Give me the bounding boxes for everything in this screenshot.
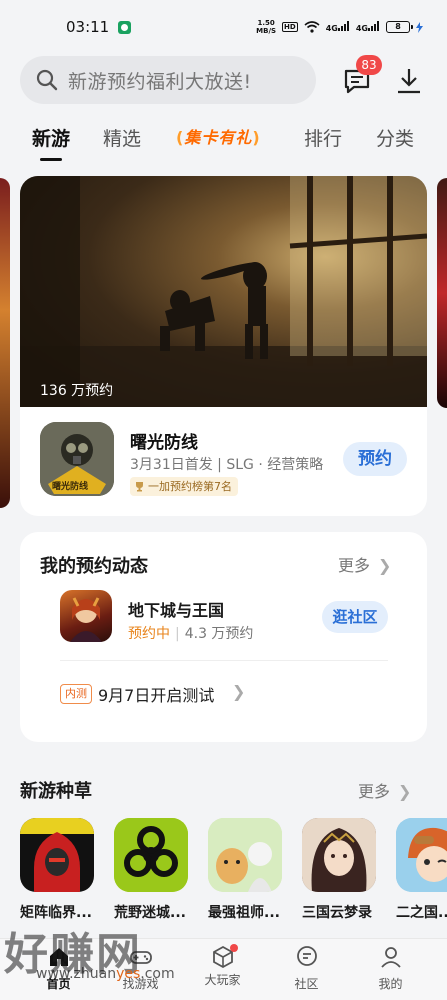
new-games-row: 矩阵临界... 荒野迷城... 最强祖师... 三国云梦录 二之国... [20,818,447,928]
tab-categories[interactable]: 分类 [376,124,414,151]
list-item[interactable]: 二之国... [396,818,447,922]
home-icon [49,948,68,966]
trophy-icon [136,482,143,492]
network-speed: 1.50 MB/S [256,19,277,35]
carousel-prev-card[interactable] [0,178,10,508]
chevron-right-icon: ❯ [378,556,392,575]
divider [60,660,388,661]
nav-big-player[interactable]: 大玩家 [178,939,267,1000]
chevron-right-icon[interactable]: ❯ [232,682,245,701]
biohazard-icon [114,818,188,892]
download-icon[interactable] [394,66,424,96]
community-icon [296,946,317,966]
tab-card-collect-promo[interactable]: (集卡有礼) [176,124,261,148]
game-name: 三国云梦录 [302,905,372,921]
game-name: 二之国... [396,905,447,921]
tab-active-indicator [40,158,62,161]
nav-profile[interactable]: 我的 [346,939,435,1000]
game-meta: 3月31日首发 | SLG · 经营策略 [130,457,324,473]
notification-app-icon [118,21,131,34]
reservation-status: 预约中 | 4.3 万预约 [128,626,254,642]
cartoon-cat-icon [208,818,282,892]
more-new-games-link[interactable]: 更多 ❯ [358,778,411,802]
reserved-game-title[interactable]: 地下城与王国 [128,597,224,621]
top-tabs: 新游 精选 (集卡有礼) 排行 分类 [0,118,447,162]
reserve-button[interactable]: 预约 [343,442,407,476]
game-name: 矩阵临界... [20,905,92,921]
charging-icon [416,21,423,33]
list-item[interactable]: 最强祖师... [208,818,284,922]
nav-community[interactable]: 社区 [262,939,351,1000]
cube-icon [211,944,238,969]
list-item[interactable]: 荒野迷城... [114,818,190,922]
status-time: 03:11 [66,18,110,36]
reservation-count: 136 万预约 [40,383,114,399]
anime-girl-icon [302,818,376,892]
featured-game-card[interactable]: 136 万预约 曙光防线 曙光防线 3月31日首发 | SLG · 经营策略 一… [20,176,427,516]
chevron-right-icon: ❯ [398,782,412,801]
gamepad-icon [129,951,152,964]
game-icon-label: 曙光防线 [52,482,89,492]
notification-dot [229,944,238,952]
bottom-nav: 首页 找游戏 大玩家 社区 我的 [0,938,447,1000]
tab-new-games[interactable]: 新游 [32,124,70,151]
section-title: 我的预约动态 [40,556,148,577]
carousel-next-card[interactable] [437,178,447,408]
game-title[interactable]: 曙光防线 [130,428,198,453]
list-item[interactable]: 三国云梦录 [302,818,378,922]
message-badge: 83 [356,55,382,75]
search-bar[interactable]: 新游预约福利大放送! [20,56,316,104]
red-hood-icon [20,818,94,892]
list-item[interactable]: 矩阵临界... [20,818,96,922]
visit-community-button[interactable]: 逛社区 [322,601,388,633]
battery-icon: 8 [386,21,413,33]
nav-home[interactable]: 首页 [14,939,103,1000]
status-bar: 03:11 1.50 MB/S HD 4G 4G 8 [0,0,447,52]
search-placeholder: 新游预约福利大放送! [68,70,252,93]
status-indicators: 1.50 MB/S HD 4G 4G 8 [256,19,423,35]
beta-test-tag: 内测 [60,684,92,704]
profile-icon [380,947,401,968]
game-name: 最强祖师... [208,905,280,921]
hd-icon: HD [282,22,298,32]
game-name: 荒野迷城... [114,905,186,921]
test-schedule-text[interactable]: 9月7日开启测试 [98,682,214,706]
signal-icon-2: 4G [356,21,380,33]
anime-boy-icon [396,818,447,892]
game-icon-dungeon-kingdom[interactable] [60,590,112,642]
new-games-section-title: 新游种草 [20,781,92,802]
more-reservations-link[interactable]: 更多 ❯ [338,552,391,576]
nav-find-games[interactable]: 找游戏 [96,939,185,1000]
my-reservations-card: 我的预约动态 更多 ❯ 地下城与王国 预约中 | 4.3 万预约 逛社区 内测 9月7… [20,532,427,742]
tab-ranking[interactable]: 排行 [304,124,342,151]
rank-badge: 一加预约榜第7名 [130,477,238,496]
search-icon [36,69,58,91]
featured-game-banner: 136 万预约 [20,176,427,407]
tab-featured[interactable]: 精选 [103,124,141,151]
game-icon-dawn-defense: 曙光防线 [40,422,114,496]
signal-icon-1: 4G [326,21,350,33]
wifi-icon [304,21,320,33]
